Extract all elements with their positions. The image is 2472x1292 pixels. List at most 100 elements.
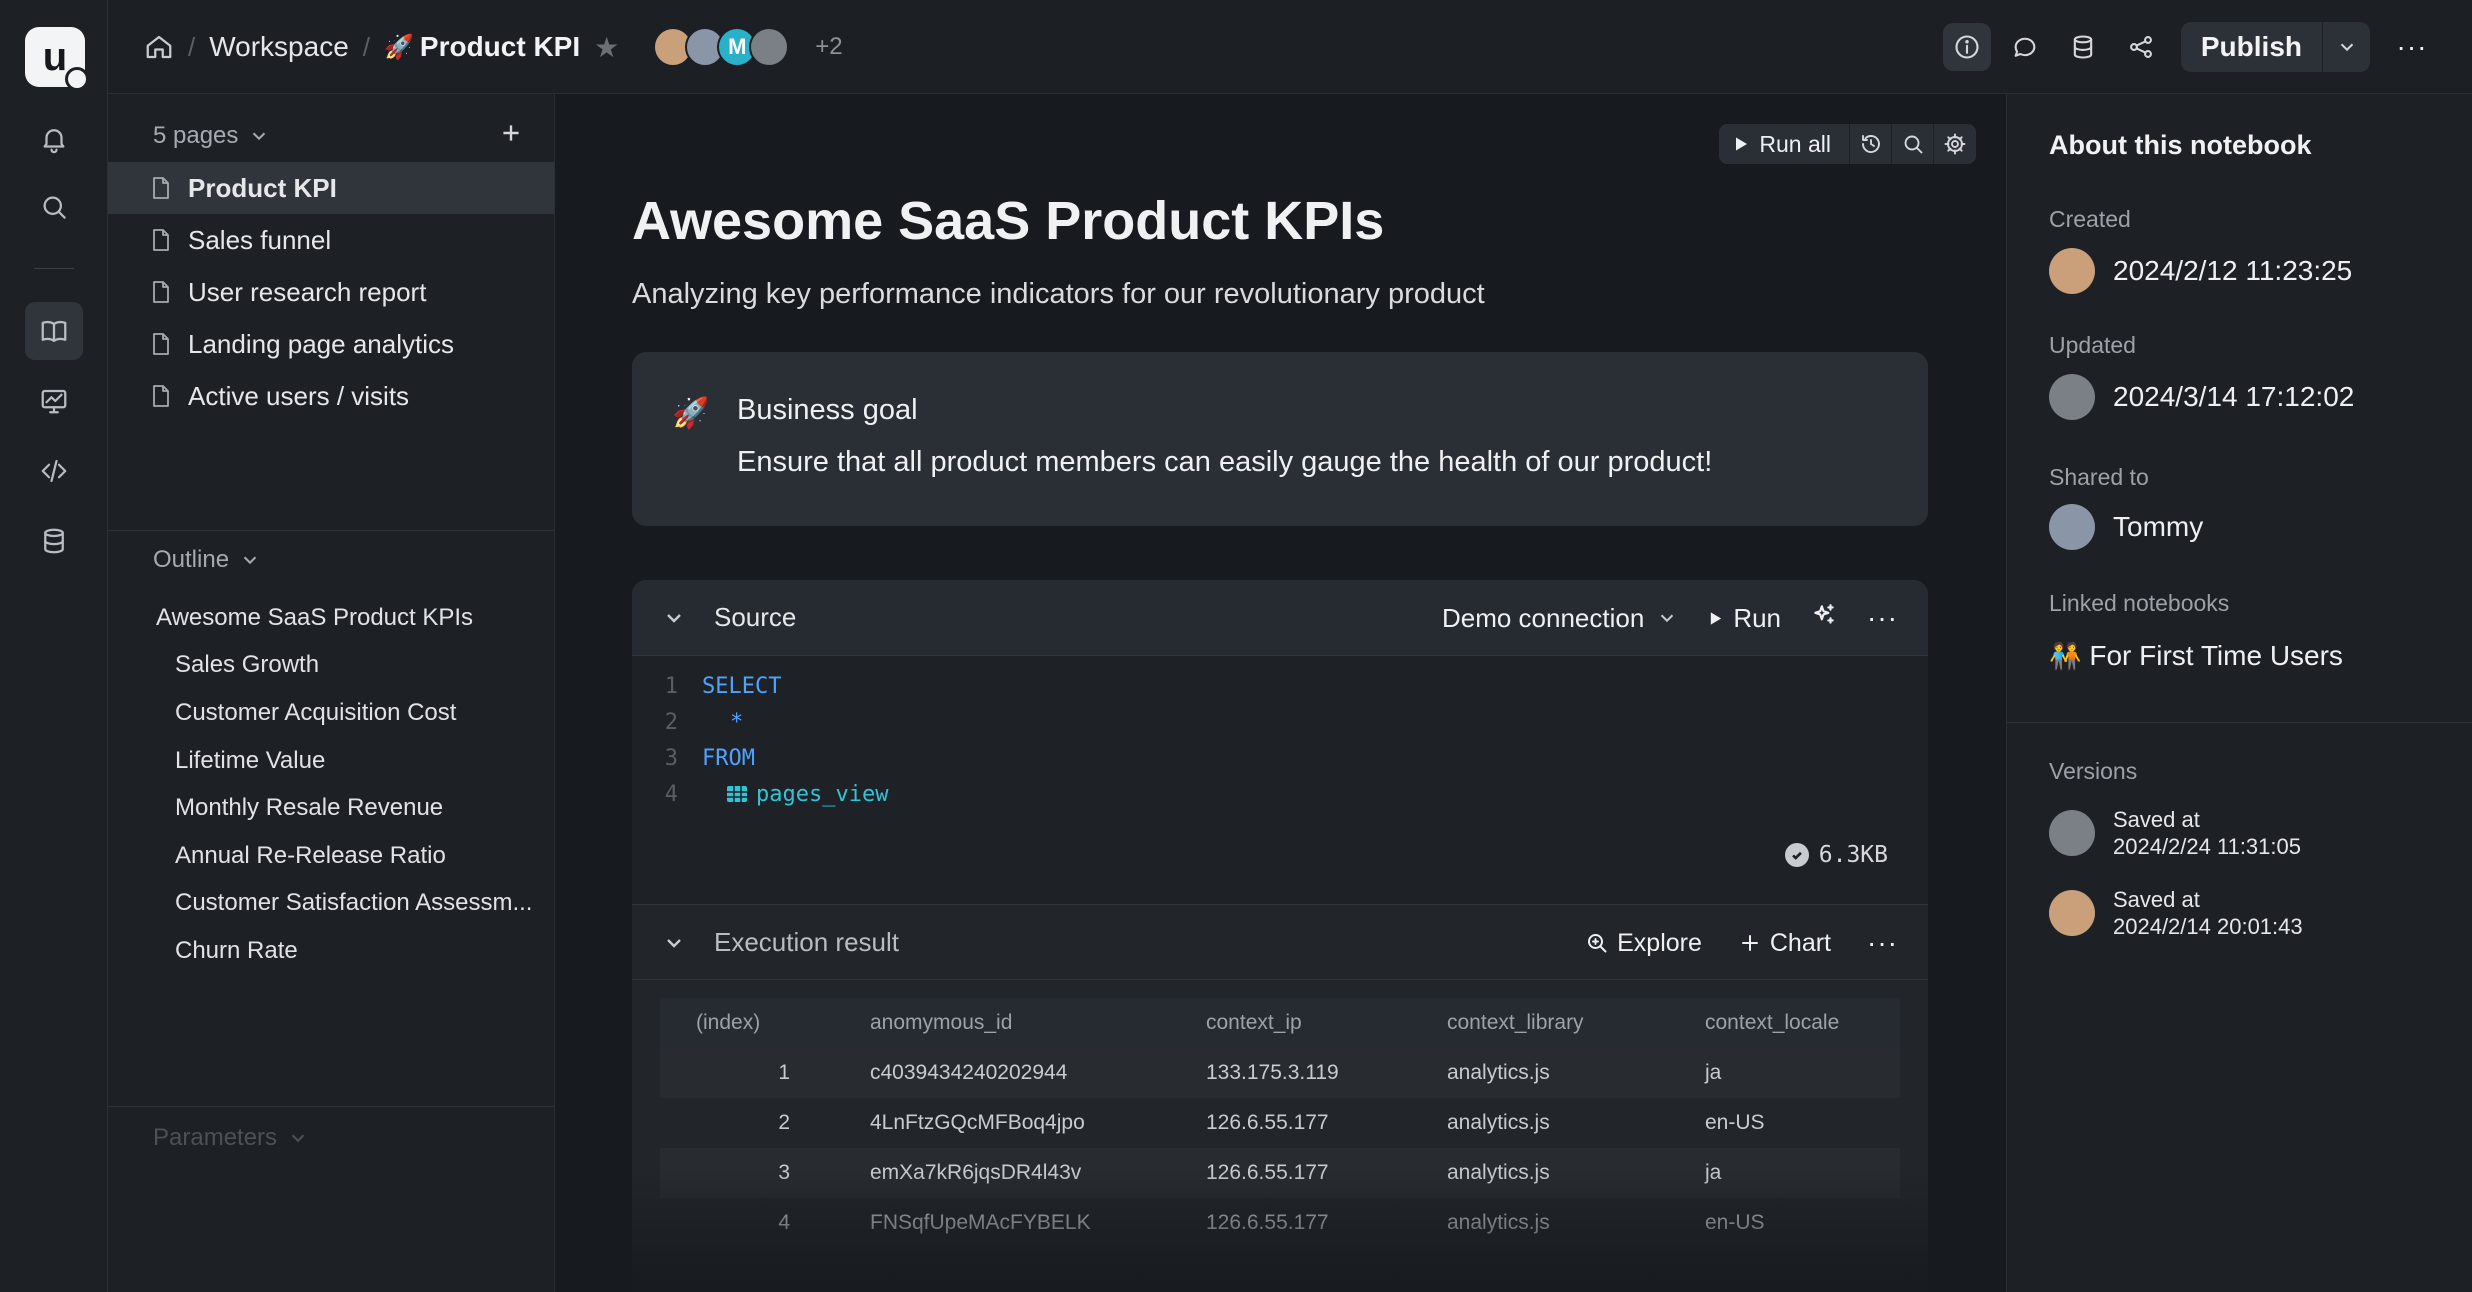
parameters-toggle[interactable]: Parameters [153,1124,309,1152]
page-label: Sales funnel [188,224,332,255]
search-button[interactable] [25,178,83,236]
sidebar-page-item[interactable]: Sales funnel [108,214,554,266]
column-header[interactable]: (index) [696,998,826,1048]
cell-header: Source Demo connection Run ··· [632,580,1928,656]
notebook-title[interactable]: Awesome SaaS Product KPIs [632,190,1384,252]
page-list: Product KPI Sales funnel User research rep… [108,162,554,422]
settings-button[interactable] [1934,124,1976,164]
app-logo[interactable]: u [25,27,89,91]
linked-notebook-link[interactable]: 🧑‍🤝‍🧑 For First Time Users [2049,640,2343,672]
outline-item[interactable]: Annual Re-Release Ratio [156,832,546,880]
column-header[interactable]: context_library [1447,998,1584,1048]
version-item[interactable]: Saved at 2024/2/14 20:01:43 [2049,886,2303,940]
code-line: 1 SELECT [632,668,782,704]
result-more-button[interactable]: ··· [1867,927,1898,959]
comments-button[interactable] [2001,23,2049,71]
explore-button[interactable]: Explore [1585,929,1702,958]
explore-label: Explore [1617,928,1702,957]
cell-more-button[interactable]: ··· [1867,602,1898,634]
column-header[interactable]: anomymous_id [870,998,1012,1048]
find-button[interactable] [1892,124,1934,164]
outline-item[interactable]: Awesome SaaS Product KPIs [156,594,546,642]
table-header-row: (index) anomymous_id context_ip context_lib… [660,998,1900,1048]
star-icon[interactable]: ★ [594,31,619,64]
outline-item[interactable]: Monthly Resale Revenue [156,784,546,832]
sql-editor[interactable]: 6.3KB 1 SELECT 2 * 3 FROM 4 pages_view [632,656,1928,904]
collapse-cell-button[interactable] [662,606,686,635]
connection-select[interactable]: Demo connection [1442,603,1678,634]
notebooks-button[interactable] [25,302,83,360]
code-button[interactable] [25,442,83,500]
info-button[interactable] [1942,23,1991,71]
add-chart-button[interactable]: Chart [1738,929,1831,958]
notebook-description[interactable]: Analyzing key performance indicators for… [632,278,1485,311]
plus-icon [503,124,519,141]
table-cell: analytics.js [1447,1161,1550,1184]
cell-name[interactable]: Source [714,602,796,633]
created-label: Created [2049,206,2131,232]
sidebar-page-item[interactable]: User research report [108,266,554,318]
table-name: pages_view [756,781,889,807]
sidebar-page-item[interactable]: Active users / visits [108,370,554,422]
shared-user[interactable]: Tommy [2049,504,2203,550]
ai-assist-button[interactable] [1811,602,1837,635]
table-row[interactable]: 4 FNSqfUpeMAcFYBELK 126.6.55.177 analytics.… [660,1198,1900,1248]
column-header[interactable]: context_ip [1206,998,1302,1048]
breadcrumb-workspace[interactable]: Workspace [209,31,349,63]
more-icon: ··· [2396,31,2428,62]
run-all-label: Run all [1759,130,1831,157]
business-goal-callout[interactable]: 🚀 Business goal Ensure that all product … [632,352,1928,526]
outline-item[interactable]: Customer Acquisition Cost [156,689,546,737]
table-icon [727,786,747,802]
table-reference[interactable]: pages_view [702,782,888,807]
column-header[interactable]: context_locale [1705,998,1839,1048]
collaborator-avatars[interactable]: M [653,27,790,67]
dashboards-button[interactable] [25,372,83,430]
notifications-button[interactable] [25,110,83,168]
outline-toggle[interactable]: Outline [153,546,261,574]
avatar[interactable] [749,27,790,67]
outline-item[interactable]: Customer Satisfaction Assessm... [156,880,546,928]
more-collaborators-count[interactable]: +2 [815,33,842,61]
info-icon [1955,35,1979,59]
data-sources-button[interactable] [25,512,83,570]
info-panel-title: About this notebook [2049,130,2312,160]
collapse-result-button[interactable] [662,931,686,960]
database-panel-button[interactable] [2059,23,2107,71]
home-icon[interactable] [144,32,174,62]
notebook-info-panel: About this notebook Created 2024/2/12 11… [2006,94,2472,1292]
table-cell: 4LnFtzGQcMFBoq4jpo [870,1111,1085,1134]
table-row[interactable]: 2 4LnFtzGQcMFBoq4jpo 126.6.55.177 analytics… [660,1098,1900,1148]
history-button[interactable] [1850,124,1892,164]
table-cell: c4039434240202944 [870,1061,1068,1084]
table-cell: 126.6.55.177 [1206,1111,1329,1134]
sidebar-page-item[interactable]: Landing page analytics [108,318,554,370]
sidebar-page-item[interactable]: Product KPI [108,162,554,214]
chevron-down-icon [2340,43,2353,52]
breadcrumb-current-page[interactable]: Product KPI [420,31,580,63]
outline-item[interactable]: Sales Growth [156,642,546,690]
publish-button[interactable]: Publish [2181,22,2322,72]
row-index: 4 [778,1211,790,1234]
add-page-button[interactable] [498,120,524,153]
callout-body: Ensure that all product members can easi… [737,446,1713,478]
comment-icon [2014,37,2036,57]
sidebar-divider [108,1106,554,1107]
run-cell-button[interactable]: Run [1708,603,1781,634]
plus-icon [1741,935,1758,951]
version-item[interactable]: Saved at 2024/2/24 11:31:05 [2049,806,2301,860]
outline-item[interactable]: Churn Rate [156,927,546,975]
version-time: 2024/2/24 11:31:05 [2113,834,2301,859]
chevron-down-icon [667,939,681,948]
table-row[interactable]: 3 emXa7kR6jqsDR4l43v 126.6.55.177 analytics… [660,1148,1900,1198]
table-row[interactable]: 1 c4039434240202944 133.175.3.119 analytics… [660,1048,1900,1098]
run-all-button[interactable]: Run all [1719,124,1850,164]
document-icon [153,281,169,303]
share-button[interactable] [2117,23,2165,71]
publish-options-button[interactable] [2322,22,2370,72]
pages-dropdown[interactable]: 5 pages [153,122,270,150]
more-options-button[interactable]: ··· [2388,23,2436,71]
check-circle-icon [1784,843,1809,867]
outline-item[interactable]: Lifetime Value [156,737,546,785]
avatar [2049,374,2095,420]
